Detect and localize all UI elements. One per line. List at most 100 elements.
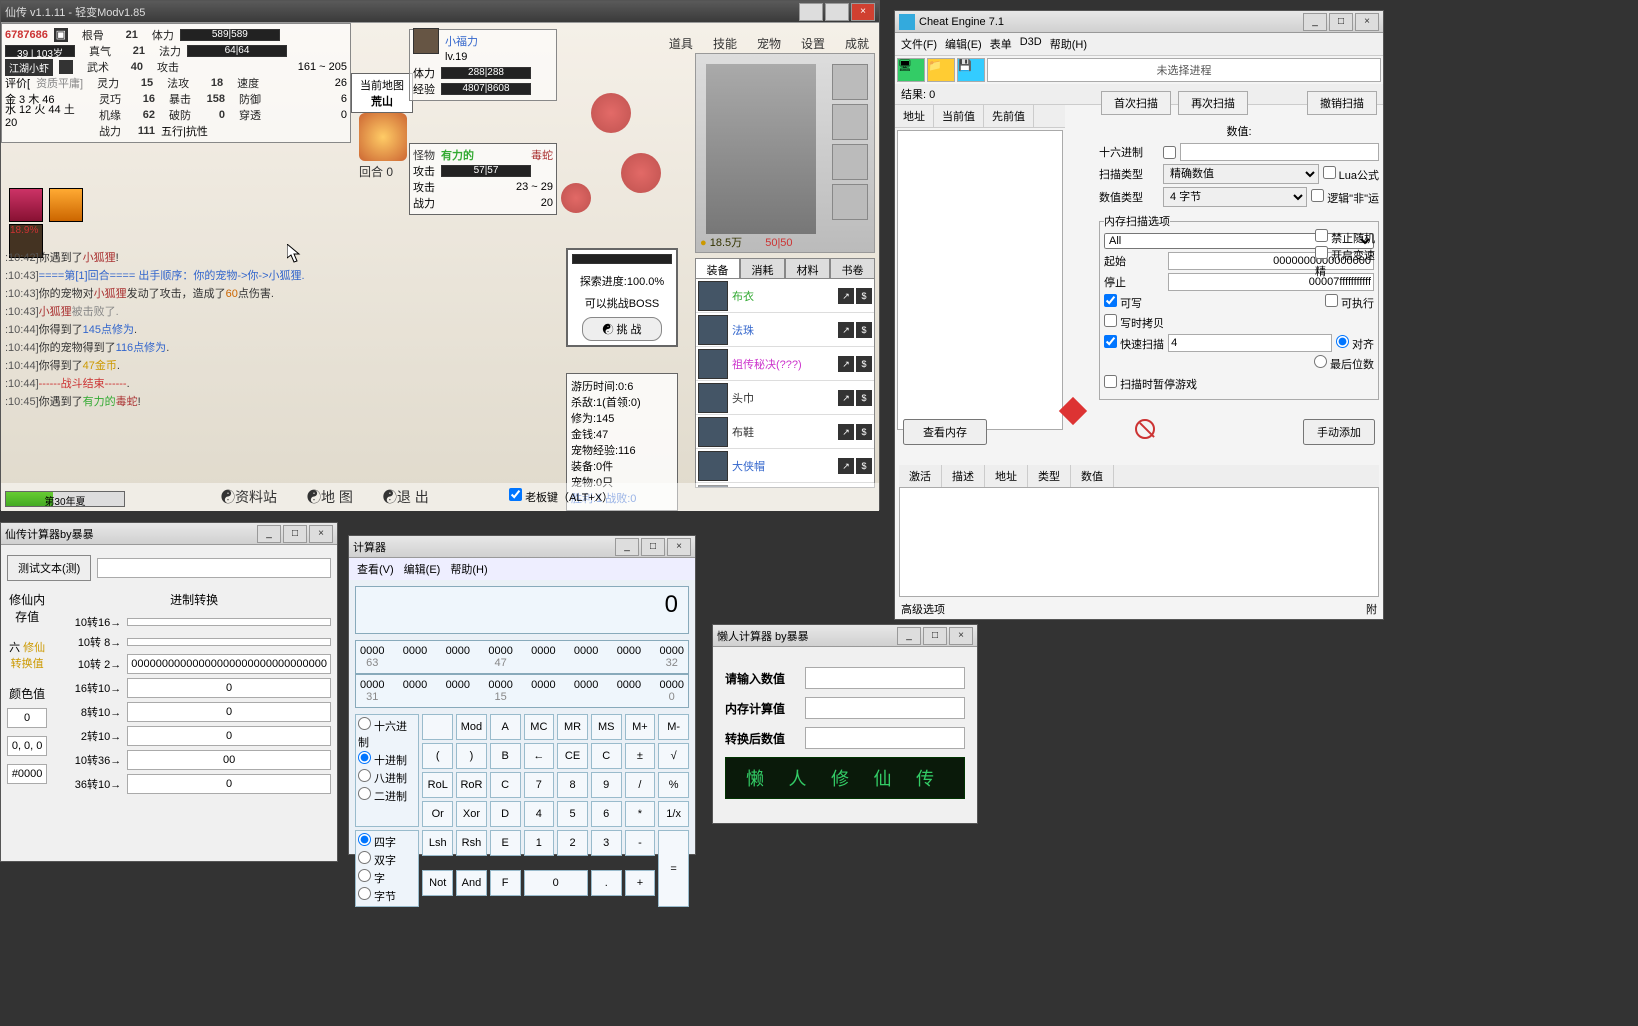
minimize-button[interactable]: _: [615, 538, 639, 556]
minimize-button[interactable]: _: [257, 525, 281, 543]
calc-key[interactable]: And: [456, 870, 487, 896]
top-tab[interactable]: 道具: [663, 33, 699, 54]
calc-key[interactable]: 1: [524, 830, 555, 856]
maximize-button[interactable]: □: [641, 538, 665, 556]
calc-key[interactable]: Not: [422, 870, 453, 896]
calc-key[interactable]: MS: [591, 714, 622, 740]
calc-key[interactable]: Or: [422, 801, 453, 827]
menu-item[interactable]: 编辑(E): [404, 561, 441, 577]
calc-key[interactable]: ): [456, 743, 487, 769]
minimize-button[interactable]: _: [1303, 13, 1327, 31]
menu-item[interactable]: 查看(V): [357, 561, 394, 577]
menu-item[interactable]: 文件(F): [901, 36, 937, 52]
col-header[interactable]: 描述: [942, 465, 985, 487]
calc-key[interactable]: /: [625, 772, 656, 798]
calc-key[interactable]: 0: [524, 870, 588, 896]
menu-item[interactable]: D3D: [1020, 36, 1042, 52]
undo-scan-button[interactable]: 撤销扫描: [1307, 91, 1377, 115]
minimize-button[interactable]: _: [799, 3, 823, 21]
menu-item[interactable]: 编辑(E): [945, 36, 982, 52]
calc-key[interactable]: 1/x: [658, 801, 689, 827]
calc-key[interactable]: *: [625, 801, 656, 827]
calc-key[interactable]: ←: [524, 743, 555, 769]
equip-slot[interactable]: [832, 64, 868, 100]
boss-key-checkbox[interactable]: 老板键（ALT+X）: [509, 488, 613, 505]
bottom-link[interactable]: ☯地 图: [307, 487, 353, 507]
calc-key[interactable]: %: [658, 772, 689, 798]
bottom-link[interactable]: ☯资料站: [221, 487, 277, 507]
value-input[interactable]: [1180, 143, 1379, 161]
test-button[interactable]: 测试文本(测): [7, 555, 91, 581]
top-tab[interactable]: 宠物: [751, 33, 787, 54]
col-header[interactable]: 激活: [899, 465, 942, 487]
expand-icon[interactable]: ▣: [54, 28, 68, 42]
equip-slot[interactable]: [832, 184, 868, 220]
advanced-label[interactable]: 高级选项: [901, 601, 945, 617]
maximize-button[interactable]: □: [1329, 13, 1353, 31]
inv-item[interactable]: 法珠↗$: [696, 313, 874, 347]
col-header[interactable]: 地址: [985, 465, 1028, 487]
calc-key[interactable]: 3: [591, 830, 622, 856]
calc-key[interactable]: D: [490, 801, 521, 827]
conv-titlebar[interactable]: 仙传计算器by暴暴 _ □ ×: [1, 523, 337, 545]
equip-icon[interactable]: ↗: [838, 390, 854, 406]
calc-key[interactable]: (: [422, 743, 453, 769]
align-input[interactable]: [1168, 334, 1332, 352]
lazy-out[interactable]: [805, 727, 965, 749]
calc-key[interactable]: 8: [557, 772, 588, 798]
calc-equals[interactable]: =: [658, 830, 689, 907]
memory-view-button[interactable]: 查看内存: [903, 419, 987, 445]
open-button[interactable]: 📁: [927, 58, 955, 82]
calc-key[interactable]: 9: [591, 772, 622, 798]
top-tab[interactable]: 成就: [839, 33, 875, 54]
col-header[interactable]: 数值: [1071, 465, 1114, 487]
save-button[interactable]: 💾: [957, 58, 985, 82]
equip-icon[interactable]: ↗: [838, 288, 854, 304]
value-type-select[interactable]: 4 字节: [1163, 187, 1307, 207]
calc-key[interactable]: RoL: [422, 772, 453, 798]
calc-key[interactable]: 5: [557, 801, 588, 827]
inv-item[interactable]: 布鞋↗$: [696, 415, 874, 449]
challenge-button[interactable]: ☯ 挑 战: [582, 317, 662, 341]
result-list[interactable]: [897, 130, 1063, 430]
calc-key[interactable]: 6: [591, 801, 622, 827]
calc-key[interactable]: 4: [524, 801, 555, 827]
equip-slot[interactable]: [832, 104, 868, 140]
calc-key[interactable]: [422, 714, 453, 740]
top-tab[interactable]: 设置: [795, 33, 831, 54]
bottom-link[interactable]: ☯退 出: [383, 487, 429, 507]
calc-key[interactable]: Mod: [456, 714, 487, 740]
address-list[interactable]: [899, 487, 1379, 597]
first-scan-button[interactable]: 首次扫描: [1101, 91, 1171, 115]
equip-slot[interactable]: [832, 144, 868, 180]
calc-key[interactable]: A: [490, 714, 521, 740]
toggle-icon[interactable]: [59, 60, 73, 74]
calc-key[interactable]: √: [658, 743, 689, 769]
calc-key[interactable]: Xor: [456, 801, 487, 827]
col-header[interactable]: 当前值: [934, 105, 984, 127]
calc-key[interactable]: C: [591, 743, 622, 769]
menu-item[interactable]: 帮助(H): [1050, 36, 1087, 52]
equip-icon[interactable]: ↗: [838, 322, 854, 338]
lazy-titlebar[interactable]: 懒人计算器 by暴暴 _ □ ×: [713, 625, 977, 647]
calc-key[interactable]: M+: [625, 714, 656, 740]
inv-item[interactable]: 祖传秘决(???)↗$: [696, 347, 874, 381]
menu-item[interactable]: 表单: [990, 36, 1012, 52]
lazy-input[interactable]: [805, 667, 965, 689]
sell-icon[interactable]: $: [856, 424, 872, 440]
equip-icon[interactable]: ↗: [838, 356, 854, 372]
close-button[interactable]: ×: [309, 525, 333, 543]
inv-item[interactable]: 大侠帽↗$: [696, 449, 874, 483]
calc-key[interactable]: B: [490, 743, 521, 769]
manual-add-button[interactable]: 手动添加: [1303, 419, 1375, 445]
calc-key[interactable]: E: [490, 830, 521, 856]
calc-key[interactable]: MC: [524, 714, 555, 740]
close-button[interactable]: ×: [949, 627, 973, 645]
sell-icon[interactable]: $: [856, 356, 872, 372]
maximize-button[interactable]: □: [825, 3, 849, 21]
calc-key[interactable]: .: [591, 870, 622, 896]
col-header[interactable]: 先前值: [984, 105, 1034, 127]
skill-slot[interactable]: [9, 188, 43, 222]
calc-key[interactable]: Rsh: [456, 830, 487, 856]
calc-key[interactable]: Lsh: [422, 830, 453, 856]
